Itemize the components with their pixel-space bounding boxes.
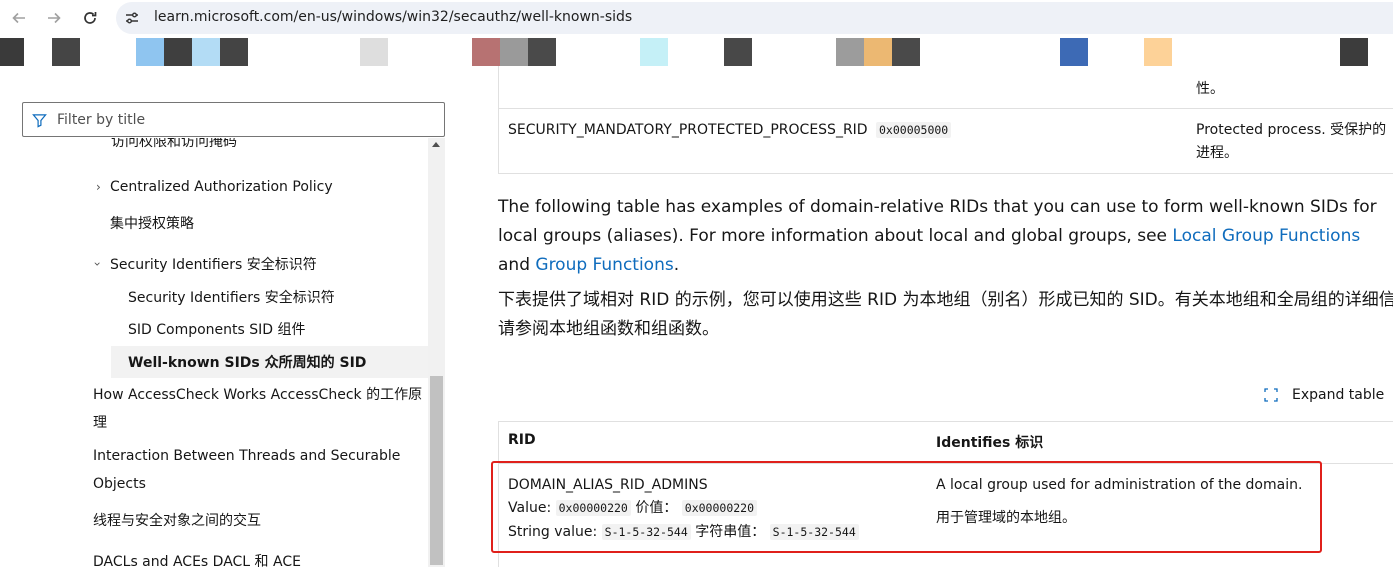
expand-table-button[interactable]: Expand table (1264, 384, 1384, 406)
toc-sidebar: 访问权限和访问掩码 › Centralized Authorization Po… (0, 66, 450, 567)
filter-input[interactable] (57, 109, 427, 131)
bookmarks-bar (0, 38, 1393, 66)
bookmark[interactable] (164, 38, 192, 66)
toc-item-interaction-cn[interactable]: 线程与安全对象之间的交互 (93, 507, 261, 535)
bookmark[interactable] (640, 38, 668, 66)
bookmark[interactable] (864, 38, 892, 66)
bookmark[interactable] (500, 38, 528, 66)
intro-text-end: . (673, 255, 680, 275)
toc-item-central-auth[interactable]: Centralized Authorization Policy (110, 173, 333, 201)
url-text: learn.microsoft.com/en-us/windows/win32/… (154, 9, 633, 25)
toc-item-interaction[interactable]: Interaction Between Threads and Securabl… (93, 442, 413, 498)
bookmark[interactable] (0, 38, 24, 66)
toc-item-well-known-sids[interactable]: Well-known SIDs 众所周知的 SID (128, 349, 366, 377)
site-settings-icon[interactable] (124, 10, 140, 26)
toc-item-security-identifiers[interactable]: Security Identifiers 安全标识符 (110, 251, 317, 279)
reload-button[interactable] (79, 7, 101, 29)
browser-toolbar: learn.microsoft.com/en-us/windows/win32/… (0, 0, 1393, 36)
bookmark[interactable] (836, 38, 864, 66)
table-cell-rid-value: 0x00005000 (876, 119, 952, 142)
toc-item-sid-components[interactable]: SID Components SID 组件 (128, 316, 306, 344)
column-header-identifies: Identifies 标识 (936, 435, 1044, 451)
bookmark[interactable] (52, 38, 80, 66)
red-highlight-box (491, 461, 1322, 553)
chevron-down-icon[interactable]: › (90, 262, 104, 267)
mandatory-rid-table: 性。 SECURITY_MANDATORY_PROTECTED_PROCESS_… (498, 66, 1393, 174)
bookmark[interactable] (472, 38, 500, 66)
local-group-functions-link[interactable]: Local Group Functions (1172, 226, 1360, 246)
bookmark[interactable] (528, 38, 556, 66)
scroll-up-arrow-icon[interactable] (432, 142, 440, 147)
bookmark[interactable] (192, 38, 220, 66)
filter-icon (32, 114, 47, 128)
intro-paragraph-cn: 下表提供了域相对 RID 的示例，您可以使用这些 RID 为本地组（别名）形成已… (498, 290, 1393, 339)
bookmark[interactable] (1340, 38, 1368, 66)
toc-list: 访问权限和访问掩码 › Centralized Authorization Po… (0, 138, 428, 567)
intro-paragraph: The following table has examples of doma… (498, 193, 1393, 280)
back-button[interactable] (8, 7, 30, 29)
arrow-right-icon (48, 12, 61, 24)
toc-item-access-check[interactable]: How AccessCheck Works AccessCheck 的工作原理 (93, 381, 423, 437)
table-cell-description: Protected process. 受保护的进程。 (1196, 122, 1387, 161)
row-divider (499, 108, 1393, 109)
bookmark[interactable] (1144, 38, 1172, 66)
toc-scrollbar[interactable] (428, 138, 445, 567)
bookmark[interactable] (360, 38, 388, 66)
group-functions-link[interactable]: Group Functions (535, 255, 673, 275)
toc-item-security-identifiers-child[interactable]: Security Identifiers 安全标识符 (128, 284, 335, 312)
address-bar[interactable]: learn.microsoft.com/en-us/windows/win32/… (116, 2, 1393, 34)
expand-table-label: Expand table (1292, 387, 1385, 403)
column-header-rid: RID (508, 432, 536, 448)
reload-icon (84, 12, 97, 24)
toc-item-access-rights[interactable]: 访问权限和访问掩码 (111, 138, 237, 156)
bookmark[interactable] (724, 38, 752, 66)
toc-item-dacls[interactable]: DACLs and ACEs DACL 和 ACE (93, 548, 301, 567)
expand-icon (1264, 388, 1278, 402)
arrow-left-icon (12, 12, 25, 24)
filter-box[interactable] (22, 102, 445, 137)
forward-button[interactable] (43, 7, 65, 29)
table-cell-rid-name: SECURITY_MANDATORY_PROTECTED_PROCESS_RID (508, 122, 868, 138)
code-value: 0x00005000 (876, 122, 952, 138)
bookmark[interactable] (1060, 38, 1088, 66)
bookmark[interactable] (136, 38, 164, 66)
chevron-right-icon[interactable]: › (96, 180, 101, 194)
table-cell: 性。 (1196, 81, 1224, 97)
toc-item-central-auth-cn[interactable]: 集中授权策略 (110, 210, 194, 238)
bookmark[interactable] (892, 38, 920, 66)
bookmark[interactable] (220, 38, 248, 66)
scroll-thumb[interactable] (430, 376, 443, 565)
intro-text-and: and (498, 255, 536, 275)
